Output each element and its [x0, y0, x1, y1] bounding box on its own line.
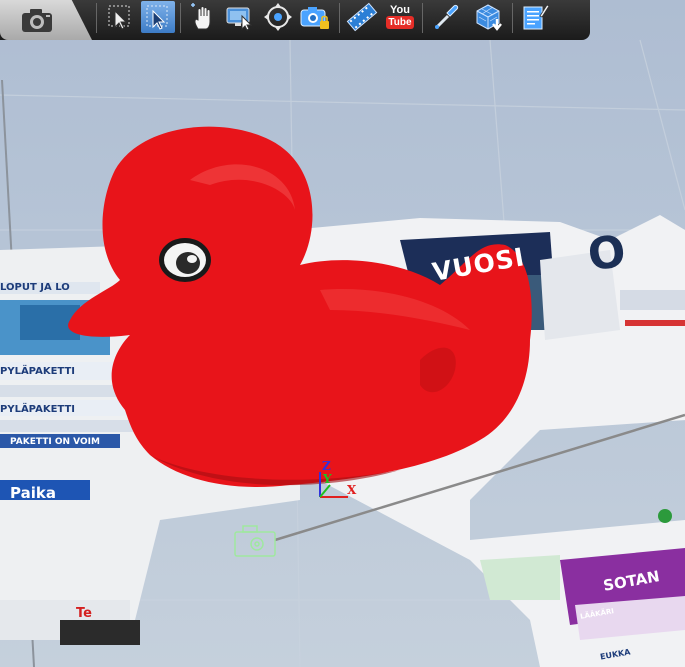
download-model-button[interactable]: [472, 1, 506, 33]
pan-tool-button[interactable]: [186, 1, 220, 33]
newspaper-text-pylapaketti-2: PYLÄPAKETTI: [0, 404, 76, 415]
toolbar-separator: [512, 3, 513, 33]
screen-view-button[interactable]: [222, 1, 256, 33]
camera-lock-icon: [300, 7, 329, 29]
toolbar-separator: [339, 3, 340, 33]
rubber-duck-model: [68, 126, 532, 487]
axis-label-x: X: [347, 483, 357, 497]
newspaper-text-te: Te: [76, 606, 92, 621]
select-active-tool-button[interactable]: [141, 1, 175, 33]
toolbar-separator: [180, 3, 181, 33]
camera-button[interactable]: [18, 4, 58, 36]
eyedropper-button[interactable]: [430, 1, 464, 33]
select-tool-button[interactable]: [103, 1, 137, 33]
arrow-select-icon: [108, 5, 130, 30]
newspaper-text-paika: Paika: [10, 484, 56, 502]
newspaper-text-paketti: PAKETTI ON VOIM: [10, 437, 100, 447]
scene-canvas[interactable]: [0, 0, 685, 667]
camera-icon: [22, 9, 52, 32]
top-toolbar: You Tube: [0, 0, 590, 40]
orbit-tool-button[interactable]: [261, 1, 295, 33]
newspaper-big-letter: O: [584, 225, 629, 282]
newspaper-text-pylapaketti-1: PYLÄPAKETTI: [0, 366, 76, 377]
youtube-tube-text: Tube: [386, 16, 414, 29]
toolbar-separator: [96, 3, 97, 33]
screen-view-icon: [226, 7, 253, 31]
camera-lock-button[interactable]: [298, 1, 332, 33]
hand-pan-icon: [191, 3, 211, 30]
video-button[interactable]: [345, 1, 379, 33]
toolbar-separator: [422, 3, 423, 33]
youtube-icon: You Tube: [385, 2, 415, 32]
arrow-select-active-icon: [146, 5, 168, 30]
youtube-you-text: You: [390, 4, 410, 16]
axis-label-z: Z: [322, 459, 331, 473]
youtube-button[interactable]: You Tube: [383, 1, 417, 33]
3d-viewport[interactable]: VUOSI LOPUT JA LO PYLÄPAKETTI PYLÄPAKETT…: [0, 0, 685, 667]
film-strip-icon: [346, 2, 378, 32]
camera-position-marker[interactable]: [234, 525, 276, 557]
notes-button[interactable]: [518, 1, 552, 33]
orbit-icon: [264, 3, 292, 31]
axis-label-y: Y: [323, 472, 332, 486]
notes-edit-icon: [523, 4, 550, 30]
newspaper-text-loput: LOPUT JA LO: [0, 282, 70, 293]
cube-download-icon: [476, 4, 502, 31]
eyedropper-icon: [435, 4, 459, 29]
